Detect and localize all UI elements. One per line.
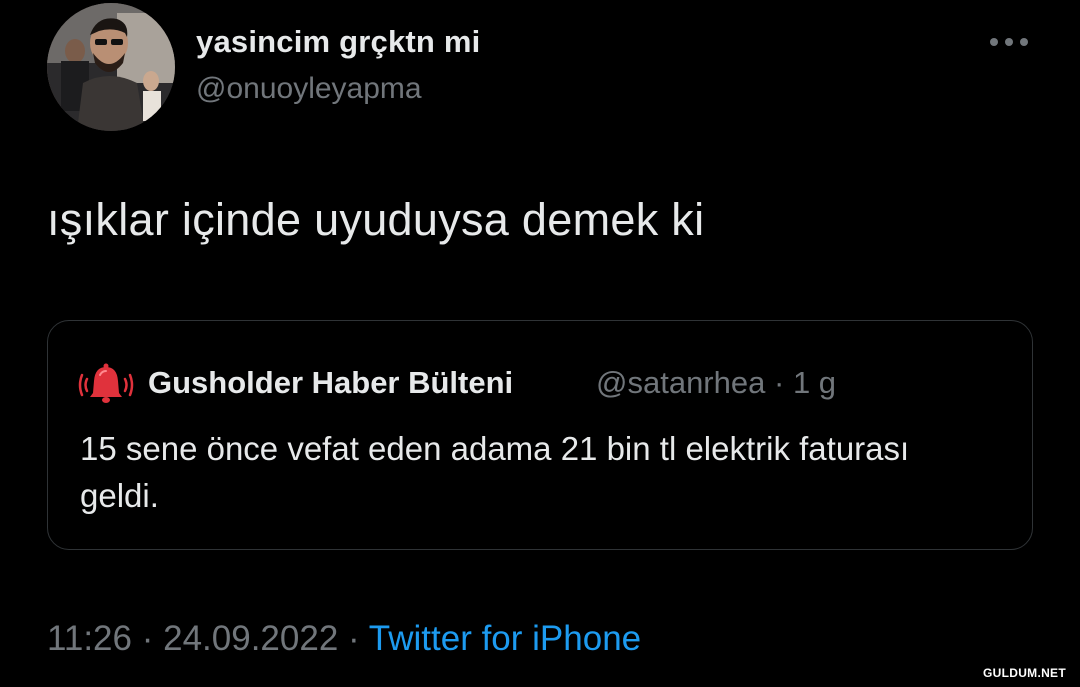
tweet-footer: 11:26 · 24.09.2022 · Twitter for iPhone bbox=[47, 619, 641, 659]
bell-alarm-icon[interactable] bbox=[78, 357, 134, 413]
quoted-tweet-meta: @satanrhea · 1 g bbox=[596, 365, 836, 401]
tweet-text: ışıklar içinde uyuduysa demek ki bbox=[47, 194, 705, 245]
quoted-tweet-card[interactable]: Gusholder Haber Bülteni @satanrhea · 1 g… bbox=[47, 320, 1033, 550]
site-watermark: GULDUM.NET bbox=[983, 666, 1066, 680]
footer-separator-2: · bbox=[348, 619, 360, 658]
quoted-author-display-name[interactable]: Gusholder Haber Bülteni bbox=[148, 365, 513, 401]
quoted-tweet-age[interactable]: 1 g bbox=[793, 365, 836, 400]
tweet-date[interactable]: 24.09.2022 bbox=[163, 619, 338, 658]
quoted-author-handle[interactable]: @satanrhea bbox=[596, 365, 765, 400]
author-display-name[interactable]: yasincim grçktn mi bbox=[196, 24, 480, 60]
tweet-source-link[interactable]: Twitter for iPhone bbox=[369, 619, 641, 658]
author-handle[interactable]: @onuoyleyapma bbox=[196, 72, 422, 106]
author-avatar[interactable] bbox=[47, 3, 175, 131]
footer-separator-1: · bbox=[141, 619, 154, 658]
more-horizontal-icon[interactable] bbox=[986, 30, 1032, 54]
tweet-time[interactable]: 11:26 bbox=[47, 619, 132, 658]
quoted-tweet-text: 15 sene önce vefat eden adama 21 bin tl … bbox=[80, 430, 910, 514]
avatar-photo bbox=[47, 3, 175, 131]
meta-separator: · bbox=[773, 365, 785, 400]
